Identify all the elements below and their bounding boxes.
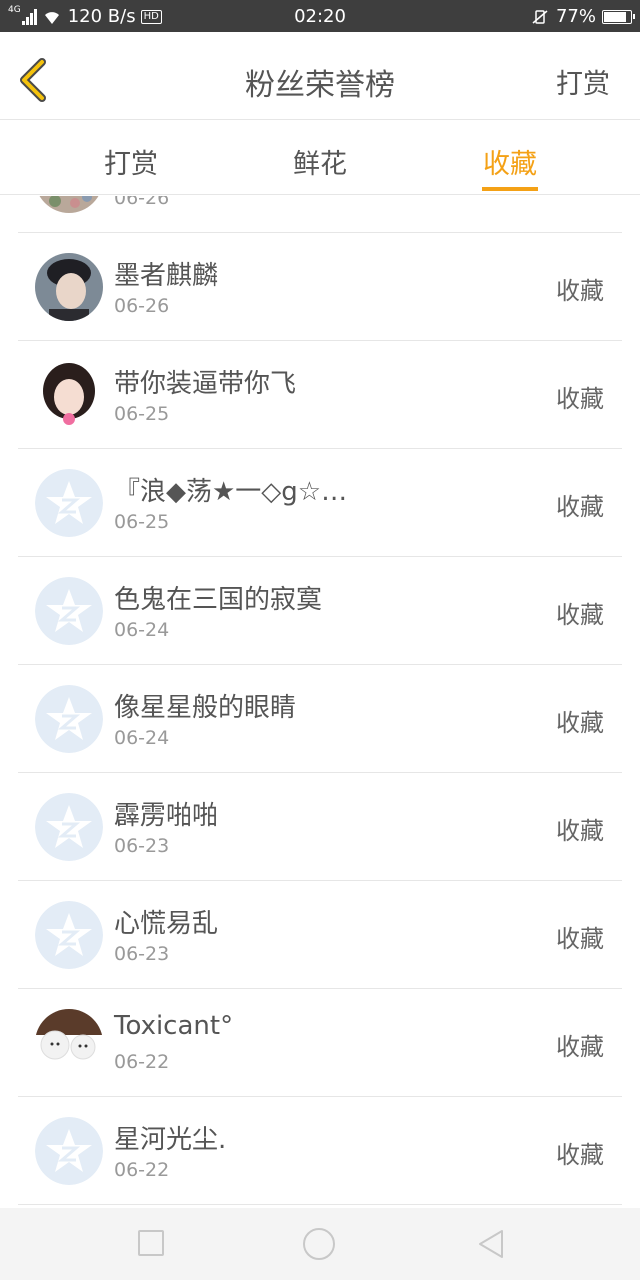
- row-name: 星河光尘.: [114, 1125, 227, 1155]
- back-icon[interactable]: [476, 1228, 508, 1260]
- row-action: 收藏: [556, 385, 604, 413]
- row-name: 带你装逼带你飞: [114, 369, 297, 399]
- row-name: 色鬼在三国的寂寞: [114, 585, 323, 615]
- tab-bar: 打赏 鲜花 收藏: [0, 120, 640, 195]
- row-action: 收藏: [556, 1141, 604, 1169]
- row-name: 像星星般的眼睛: [114, 693, 297, 723]
- row-action: 收藏: [556, 601, 604, 629]
- battery-icon: [602, 9, 635, 24]
- row-action: 收藏: [556, 493, 604, 521]
- default-star-avatar-icon: [35, 577, 103, 645]
- default-star-avatar-icon: [35, 685, 103, 753]
- tab-label: 收藏: [483, 149, 537, 180]
- row-date: 06-25: [114, 511, 170, 533]
- row-date: 06-24: [114, 619, 170, 641]
- default-star-avatar-icon: [35, 901, 103, 969]
- vibrate-off-icon: [532, 9, 548, 24]
- row-name: 『浪◆荡★一◇g☆…: [114, 477, 348, 507]
- system-nav-bar: [0, 1208, 640, 1280]
- active-tab-indicator: [482, 187, 538, 191]
- row-action: 收藏: [556, 709, 604, 737]
- list-item[interactable]: 墨者麒麟 06-26 收藏: [18, 233, 622, 341]
- list-item[interactable]: 色鬼在三国的寂寞 06-24 收藏: [18, 557, 622, 665]
- header: 粉丝荣誉榜 打赏: [0, 32, 640, 120]
- status-right: 77%: [530, 6, 635, 27]
- default-star-avatar-icon: [35, 1117, 103, 1185]
- page-title: 粉丝荣誉榜: [245, 68, 395, 103]
- row-date: 06-26: [114, 295, 170, 317]
- row-date: 06-26: [114, 196, 170, 209]
- list-item[interactable]: 心慌易乱 06-23 收藏: [18, 881, 622, 989]
- row-date: 06-24: [114, 727, 170, 749]
- row-action: 收藏: [556, 925, 604, 953]
- row-date: 06-25: [114, 403, 170, 425]
- tab-reward[interactable]: 打赏: [71, 142, 191, 181]
- row-action: 收藏: [556, 1033, 604, 1061]
- list-item[interactable]: 『浪◆荡★一◇g☆… 06-25 收藏: [18, 449, 622, 557]
- list-item[interactable]: Toxicant° 06-22 收藏: [18, 989, 622, 1097]
- tab-collect[interactable]: 收藏: [450, 142, 570, 191]
- row-name: 心慌易乱: [114, 909, 219, 939]
- row-date: 06-23: [114, 835, 170, 857]
- row-date: 06-22: [114, 1159, 170, 1181]
- tab-label: 打赏: [104, 149, 158, 180]
- row-date: 06-22: [114, 1051, 170, 1073]
- recent-apps-icon[interactable]: [138, 1230, 164, 1256]
- avatar: [35, 196, 103, 213]
- default-star-avatar-icon: [35, 469, 103, 537]
- fan-list[interactable]: 06-26 墨者麒麟 06-26 收藏 带你装逼带你飞 06-25 收藏 『浪◆…: [0, 196, 640, 1208]
- default-star-avatar-icon: [35, 793, 103, 861]
- row-name: 霹雳啪啪: [114, 801, 219, 831]
- list-item[interactable]: 带你装逼带你飞 06-25 收藏: [18, 341, 622, 449]
- list-item[interactable]: 霹雳啪啪 06-23 收藏: [18, 773, 622, 881]
- row-action: 收藏: [556, 277, 604, 305]
- home-icon[interactable]: [303, 1228, 335, 1260]
- row-name: Toxicant°: [114, 1011, 234, 1041]
- row-date: 06-23: [114, 943, 170, 965]
- avatar: [35, 361, 103, 429]
- avatar: [35, 253, 103, 321]
- list-item[interactable]: 像星星般的眼睛 06-24 收藏: [18, 665, 622, 773]
- list-item[interactable]: 星河光尘. 06-22 收藏: [18, 1097, 622, 1205]
- avatar: [35, 1009, 103, 1077]
- tab-label: 鲜花: [293, 149, 347, 180]
- battery-percent: 77%: [555, 6, 596, 27]
- tab-flowers[interactable]: 鲜花: [260, 142, 380, 181]
- row-action: 收藏: [556, 817, 604, 845]
- reward-button[interactable]: 打赏: [556, 62, 610, 101]
- status-bar: 4G 120 B/s HD 02:20 77%: [0, 0, 640, 32]
- list-item[interactable]: 06-26: [18, 196, 622, 233]
- row-name: 墨者麒麟: [114, 261, 219, 291]
